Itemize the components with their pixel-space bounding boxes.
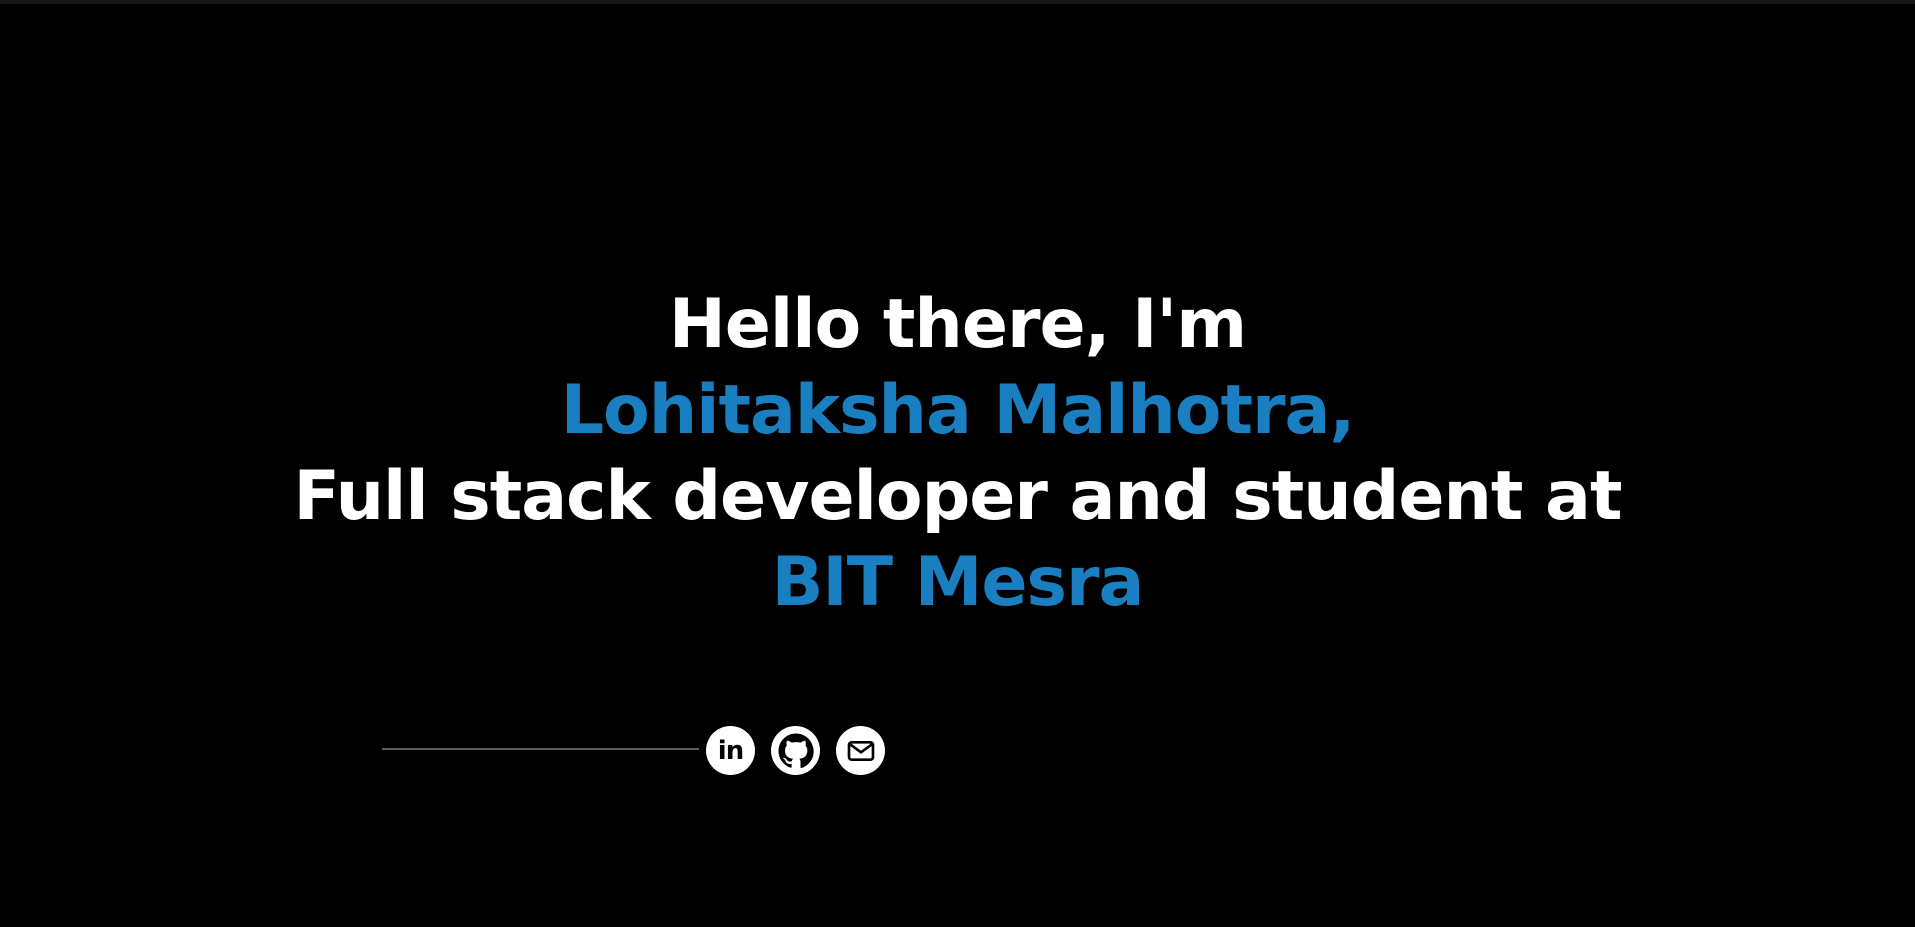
social-links: in xyxy=(706,726,885,776)
linkedin-icon: in xyxy=(717,735,744,766)
hero-greeting: Hello there, I'm xyxy=(668,285,1247,364)
hero-heading: Hello there, I'm Lohitaksha Malhotra, Fu… xyxy=(0,282,1915,626)
hero-institution: BIT Mesra xyxy=(771,543,1145,622)
linkedin-link[interactable]: in xyxy=(706,726,755,775)
social-divider-line xyxy=(382,748,699,750)
email-link[interactable] xyxy=(836,726,885,775)
hero-name: Lohitaksha Malhotra, xyxy=(560,371,1356,450)
portfolio-page: Hello there, I'm Lohitaksha Malhotra, Fu… xyxy=(0,0,1915,927)
hero-role: Full stack developer and student at xyxy=(293,457,1623,536)
mail-icon xyxy=(847,740,874,761)
top-border xyxy=(0,0,1915,4)
github-link[interactable] xyxy=(771,726,820,775)
github-icon xyxy=(778,733,814,768)
